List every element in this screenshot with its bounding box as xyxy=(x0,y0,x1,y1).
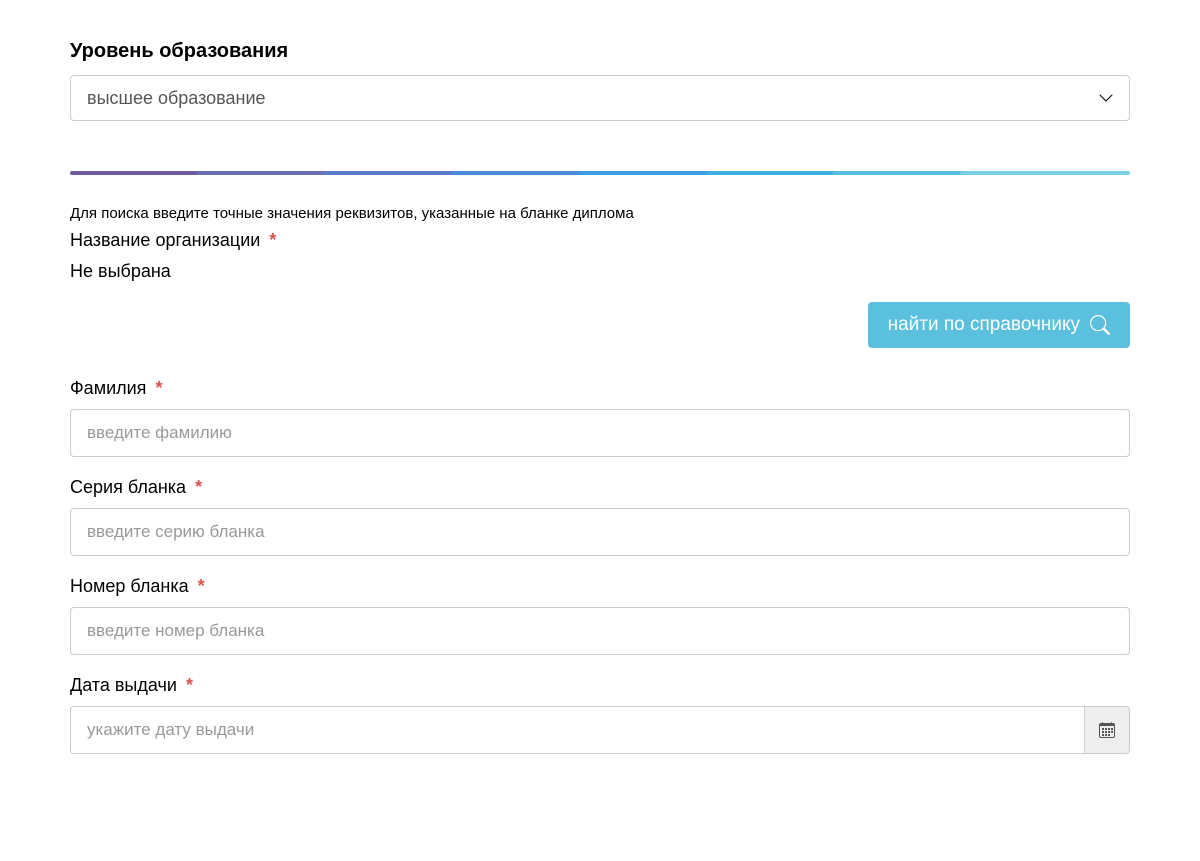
lookup-button-label: найти по справочнику xyxy=(888,314,1080,336)
organization-label-text: Название организации xyxy=(70,230,260,250)
required-marker: * xyxy=(198,576,205,596)
blank-series-input[interactable] xyxy=(70,508,1130,556)
blank-number-label-text: Номер бланка xyxy=(70,576,189,596)
required-marker: * xyxy=(195,477,202,497)
education-level-select[interactable]: высшее образование xyxy=(70,75,1130,121)
calendar-picker-button[interactable] xyxy=(1084,706,1130,754)
blank-number-input[interactable] xyxy=(70,607,1130,655)
education-level-label: Уровень образования xyxy=(70,40,1130,63)
blank-series-label-text: Серия бланка xyxy=(70,477,186,497)
surname-label-text: Фамилия xyxy=(70,378,146,398)
search-hint: Для поиска введите точные значения рекви… xyxy=(70,205,1130,222)
required-marker: * xyxy=(269,230,276,250)
organization-label: Название организации * xyxy=(70,230,1130,251)
required-marker: * xyxy=(186,675,193,695)
issue-date-label-text: Дата выдачи xyxy=(70,675,177,695)
surname-input[interactable] xyxy=(70,409,1130,457)
gradient-divider xyxy=(70,171,1130,175)
surname-label: Фамилия * xyxy=(70,378,1130,399)
issue-date-input[interactable] xyxy=(70,706,1084,754)
search-icon xyxy=(1090,315,1110,335)
issue-date-label: Дата выдачи * xyxy=(70,675,1130,696)
organization-value: Не выбрана xyxy=(70,261,1130,282)
required-marker: * xyxy=(155,378,162,398)
lookup-directory-button[interactable]: найти по справочнику xyxy=(868,302,1130,348)
blank-number-label: Номер бланка * xyxy=(70,576,1130,597)
calendar-icon xyxy=(1099,722,1115,738)
blank-series-label: Серия бланка * xyxy=(70,477,1130,498)
